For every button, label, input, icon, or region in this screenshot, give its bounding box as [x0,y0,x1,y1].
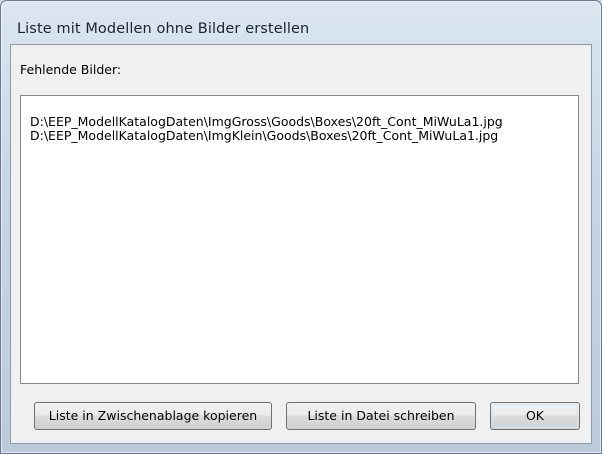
title-bar[interactable]: Liste mit Modellen ohne Bilder erstellen [1,1,601,41]
list-item[interactable]: D:\EEP_ModellKatalogDaten\ImgGross\Goods… [30,115,578,129]
write-to-file-button[interactable]: Liste in Datei schreiben [286,402,476,430]
copy-to-clipboard-button[interactable]: Liste in Zwischenablage kopieren [34,402,272,430]
ok-button[interactable]: OK [490,402,580,430]
window-title: Liste mit Modellen ohne Bilder erstellen [17,21,310,37]
missing-images-label: Fehlende Bilder: [20,62,122,77]
list-item[interactable]: D:\EEP_ModellKatalogDaten\ImgKlein\Goods… [30,129,578,143]
missing-images-listbox[interactable]: D:\EEP_ModellKatalogDaten\ImgGross\Goods… [20,95,579,384]
